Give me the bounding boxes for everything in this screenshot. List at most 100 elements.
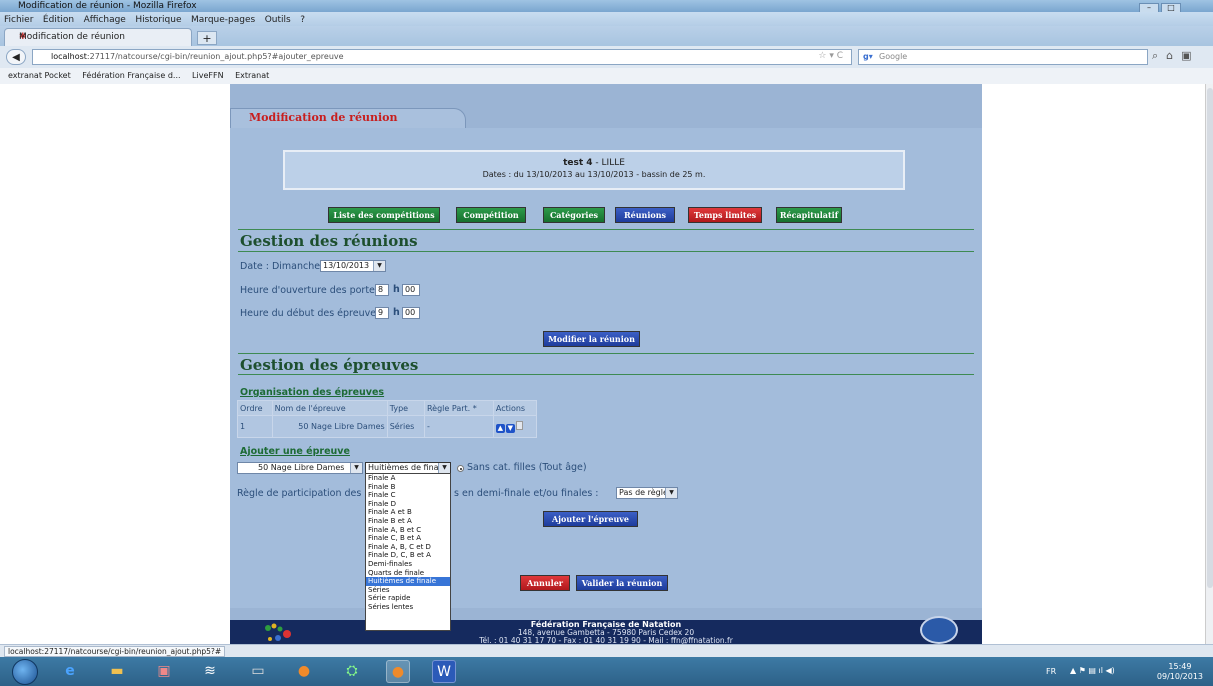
type-option[interactable]: Finale A, B et C	[366, 526, 450, 535]
type-option[interactable]: Finale B et A	[366, 517, 450, 526]
clock-time: 15:49	[1168, 662, 1192, 671]
epreuve-select[interactable]: 50 Nage Libre Dames ▼	[237, 462, 363, 474]
liste-competitions-button[interactable]: Liste des compétitions	[328, 207, 440, 223]
network-share-icon[interactable]: ⛭	[340, 660, 364, 683]
regle-select[interactable]: Pas de règle ▼	[616, 487, 678, 499]
ouverture-hour-input[interactable]: 8	[375, 284, 389, 296]
bookmark-extranat-pocket[interactable]: extranat Pocket	[8, 71, 71, 80]
page-scrollbar[interactable]	[1205, 84, 1213, 644]
col-regle: Règle Part. *	[423, 399, 494, 417]
menu-affichage[interactable]: Affichage	[84, 15, 126, 25]
url-bar[interactable]: localhost:27117/natcourse/cgi-bin/reunio…	[32, 49, 852, 65]
reunions-button[interactable]: Réunions	[615, 207, 675, 223]
col-ordre: Ordre	[237, 399, 273, 417]
valider-reunion-button[interactable]: Valider la réunion	[576, 575, 668, 591]
type-options-list[interactable]: Finale A Finale B Finale C Finale D Finale A…	[365, 473, 451, 631]
language-indicator[interactable]: FR	[1046, 667, 1056, 676]
word-icon[interactable]: W	[432, 660, 456, 683]
arrow-up-icon[interactable]: ▲	[495, 423, 505, 433]
gestion-epreuves-title: Gestion des épreuves	[240, 356, 419, 374]
modifier-reunion-button[interactable]: Modifier la réunion	[543, 331, 640, 347]
competition-button[interactable]: Compétition	[456, 207, 526, 223]
bookmark-liveffn[interactable]: LiveFFN	[192, 71, 224, 80]
trash-icon[interactable]	[515, 420, 523, 430]
back-button[interactable]: ◀	[6, 49, 26, 65]
type-option[interactable]: Finale C	[366, 491, 450, 500]
annuler-button[interactable]: Annuler	[520, 575, 570, 591]
cell-type: Séries	[386, 415, 425, 438]
debut-minute-input[interactable]: 00	[402, 307, 420, 319]
type-option[interactable]: Demi-finales	[366, 560, 450, 569]
media-icon[interactable]: ▣	[152, 660, 176, 683]
network-icon[interactable]: ≋	[198, 660, 222, 683]
divider	[238, 229, 974, 230]
bookmark-ffn[interactable]: Fédération Française d...	[82, 71, 180, 80]
scrollbar-thumb[interactable]	[1207, 88, 1213, 588]
type-option[interactable]: Finale A, B, C et D	[366, 543, 450, 552]
type-option[interactable]: Finale D, C, B et A	[366, 551, 450, 560]
date-select[interactable]: 13/10/2013 ▼	[320, 260, 386, 272]
cell-ordre: 1	[237, 415, 273, 438]
type-option[interactable]: Finale A	[366, 474, 450, 483]
debut-hour-input[interactable]: 9	[375, 307, 389, 319]
type-option[interactable]: Finale D	[366, 500, 450, 509]
firefox-active-icon[interactable]: ●	[386, 660, 410, 683]
ouverture-minute-input[interactable]: 00	[402, 284, 420, 296]
menu-fichier[interactable]: Fichier	[4, 15, 33, 25]
menu-outils[interactable]: Outils	[265, 15, 291, 25]
terminal-icon[interactable]: ▭	[246, 660, 270, 683]
status-url: localhost:27117/natcourse/cgi-bin/reunio…	[4, 646, 226, 657]
search-box[interactable]: g▾ Google	[858, 49, 1148, 65]
app-page: Modification de réunion test 4 - LILLE D…	[230, 84, 982, 644]
browser-tab[interactable]: ✱ Modification de réunion	[4, 28, 192, 46]
temps-limites-button[interactable]: Temps limites	[688, 207, 762, 223]
type-option[interactable]: Série rapide	[366, 594, 450, 603]
taskbar: e ▬ ▣ ≋ ▭ ● ⛭ ● W FR ▲ ⚑ ▤ ıl ◀) 15:49 0…	[0, 657, 1213, 686]
recapitulatif-button[interactable]: Récapitulatif	[776, 207, 842, 223]
type-option[interactable]: Finale C, B et A	[366, 534, 450, 543]
search-placeholder: Google	[879, 52, 908, 61]
home-icon[interactable]: ⌂	[1166, 49, 1173, 62]
search-icon[interactable]: ⌕	[1152, 49, 1158, 62]
type-option[interactable]: Huitièmes de finale	[366, 577, 450, 586]
tray-icons[interactable]: ▲ ⚑ ▤ ıl ◀)	[1070, 666, 1115, 675]
ajouter-epreuve-title: Ajouter une épreuve	[240, 446, 350, 457]
type-option[interactable]: Séries	[366, 586, 450, 595]
clock-date: 09/10/2013	[1156, 672, 1203, 681]
ie-icon[interactable]: e	[58, 660, 82, 683]
url-text: localhost:27117/natcourse/cgi-bin/reunio…	[51, 52, 344, 61]
meeting-name-line: test 4 - LILLE	[563, 158, 625, 168]
window-titlebar: Modification de réunion - Mozilla Firefo…	[0, 0, 1213, 26]
menu-marque-pages[interactable]: Marque-pages	[191, 15, 255, 25]
firefox-icon[interactable]: ●	[292, 660, 316, 683]
type-option[interactable]: Finale A et B	[366, 508, 450, 517]
start-button[interactable]	[12, 659, 38, 685]
divider	[238, 353, 974, 354]
debut-label: Heure du début des épreuves :	[240, 308, 388, 319]
divider	[238, 251, 974, 252]
type-option[interactable]: Quarts de finale	[366, 569, 450, 578]
clock[interactable]: 15:49 09/10/2013	[1157, 662, 1203, 682]
page-content: Modification de réunion test 4 - LILLE D…	[0, 84, 1205, 644]
folder-icon[interactable]: ▬	[105, 660, 129, 683]
bookmark-extranat[interactable]: Extranat	[235, 71, 269, 80]
ajouter-epreuve-button[interactable]: Ajouter l'épreuve	[543, 511, 638, 527]
categories-button[interactable]: Catégories	[543, 207, 605, 223]
addons-icon[interactable]: ▣	[1181, 49, 1191, 62]
new-tab-button[interactable]: +	[197, 31, 217, 45]
menu-edition[interactable]: Édition	[43, 15, 74, 25]
type-option[interactable]: Séries lentes	[366, 603, 450, 612]
menu-historique[interactable]: Historique	[135, 15, 181, 25]
arrow-down-icon[interactable]: ▼	[505, 423, 515, 433]
chevron-down-icon: ▼	[438, 463, 450, 473]
menu-aide[interactable]: ?	[300, 15, 305, 25]
page-footer: Fédération Française de Natation 148, av…	[230, 616, 982, 644]
categorie-radio[interactable]	[457, 465, 464, 472]
chevron-down-icon: ▼	[665, 488, 677, 498]
meeting-name: test 4	[563, 158, 593, 168]
bookmark-star-icon[interactable]: ☆ ▾ C	[818, 51, 843, 61]
type-option[interactable]: Finale B	[366, 483, 450, 492]
hour-separator: h	[393, 307, 400, 318]
window-title: Modification de réunion - Mozilla Firefo…	[18, 1, 197, 11]
google-icon: g▾	[863, 52, 873, 61]
